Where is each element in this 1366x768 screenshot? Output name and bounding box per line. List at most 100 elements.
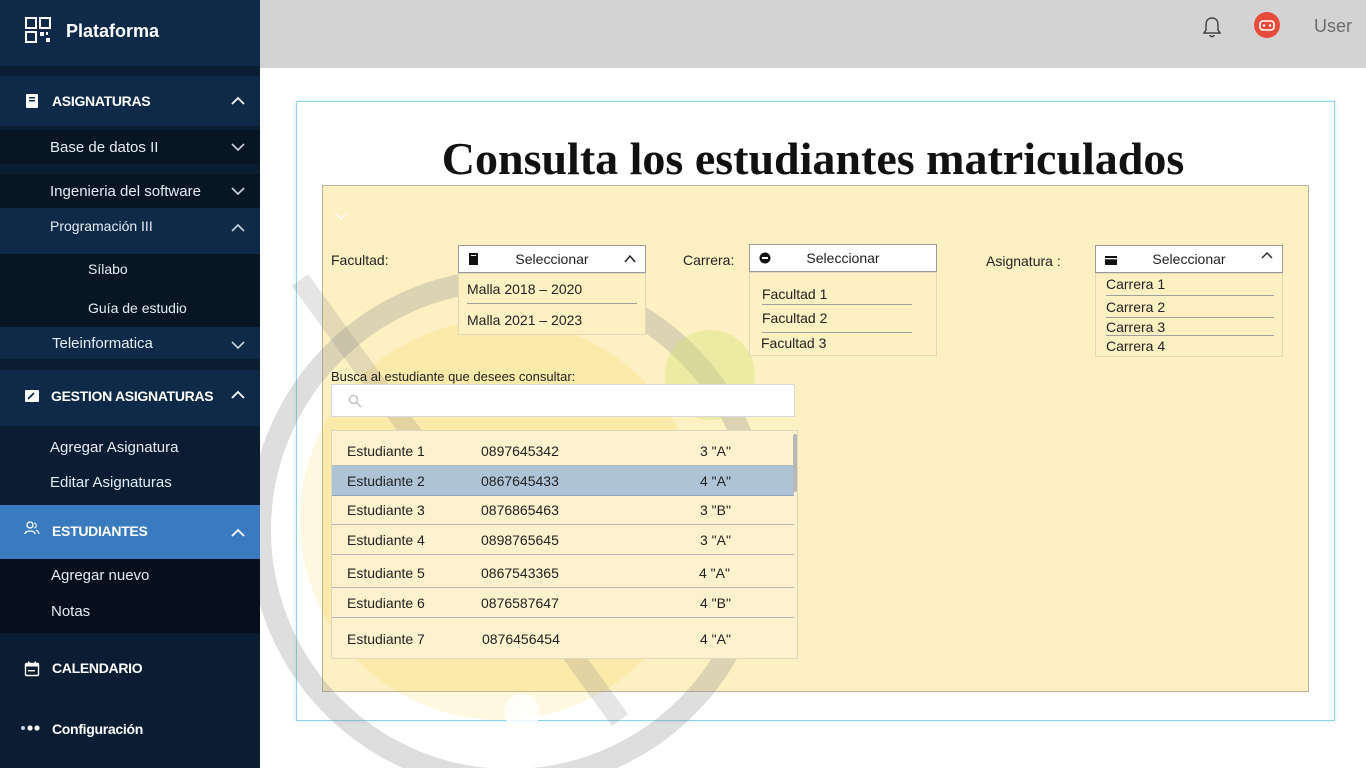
table-row[interactable]: Estudiante 5 0867543365 4 "A" bbox=[332, 558, 794, 588]
sidebar-item-label: Programación III bbox=[50, 218, 153, 234]
table-row-selected[interactable]: Estudiante 2 0867645433 4 "A" bbox=[332, 466, 794, 496]
dots-icon bbox=[21, 725, 40, 731]
chevron-up-icon bbox=[624, 254, 636, 263]
section-gestion-label: GESTION ASIGNATURAS bbox=[51, 388, 214, 404]
top-bar: User bbox=[260, 0, 1366, 68]
calendar-icon bbox=[24, 661, 40, 677]
robot-avatar-icon[interactable] bbox=[1254, 12, 1280, 38]
student-name: Estudiante 3 bbox=[347, 502, 425, 518]
sidebar-item-label: Base de datos II bbox=[50, 138, 159, 156]
asignatura-option[interactable]: Carrera 1 bbox=[1106, 276, 1165, 292]
section-configuracion[interactable]: Configuración bbox=[0, 708, 260, 748]
divider bbox=[1106, 335, 1274, 336]
student-id: 0876865463 bbox=[481, 502, 559, 518]
student-grade: 4 "B" bbox=[700, 595, 731, 611]
sidebar-item-silabo[interactable]: Sílabo bbox=[0, 252, 260, 286]
chevron-down-icon[interactable] bbox=[230, 337, 246, 353]
table-row[interactable]: Estudiante 3 0876865463 3 "B" bbox=[332, 495, 794, 525]
section-calendario[interactable]: CALENDARIO bbox=[0, 645, 260, 691]
facultad-select-value: Seleccionar bbox=[515, 251, 589, 267]
divider bbox=[762, 332, 912, 333]
book-icon bbox=[26, 94, 38, 108]
search-icon bbox=[348, 394, 362, 408]
brand-name: Plataforma bbox=[66, 21, 160, 41]
brand-header[interactable]: Plataforma bbox=[0, 0, 260, 66]
chevron-up-icon[interactable] bbox=[230, 387, 246, 403]
chevron-up-icon bbox=[1261, 252, 1273, 259]
sidebar-item-agregar-asignatura[interactable]: Agregar Asignatura bbox=[0, 430, 260, 464]
asignatura-option[interactable]: Carrera 3 bbox=[1106, 319, 1165, 335]
edit-board-icon bbox=[25, 390, 39, 402]
sidebar-item-notas[interactable]: Notas bbox=[0, 594, 260, 628]
bell-icon[interactable] bbox=[1202, 16, 1222, 38]
facultad-select[interactable]: Seleccionar bbox=[458, 245, 646, 273]
asignatura-option[interactable]: Carrera 2 bbox=[1106, 299, 1165, 315]
sidebar: Plataforma ASIGNATURAS Base de datos II … bbox=[0, 0, 260, 768]
sidebar-item-label: Agregar nuevo bbox=[51, 566, 150, 584]
student-id: 0876587647 bbox=[481, 595, 559, 611]
section-asignaturas[interactable]: ASIGNATURAS bbox=[0, 76, 260, 126]
carrera-option[interactable]: Facultad 1 bbox=[762, 286, 827, 302]
table-row[interactable]: Estudiante 4 0898765645 3 "A" bbox=[332, 525, 794, 555]
student-grade: 4 "A" bbox=[700, 631, 731, 647]
sidebar-item-label: Guía de estudio bbox=[88, 300, 187, 316]
carrera-option[interactable]: Facultad 2 bbox=[762, 310, 827, 326]
chevron-up-icon[interactable] bbox=[230, 93, 246, 109]
search-input[interactable] bbox=[331, 384, 795, 417]
student-id: 0876456454 bbox=[482, 631, 560, 647]
facultad-option[interactable]: Malla 2018 – 2020 bbox=[467, 281, 582, 297]
chevron-down-icon[interactable] bbox=[333, 210, 349, 222]
chevron-down-icon[interactable] bbox=[230, 183, 246, 199]
facultad-option[interactable]: Malla 2021 – 2023 bbox=[467, 312, 582, 328]
student-id: 0898765645 bbox=[481, 532, 559, 548]
sidebar-item-editar-asignaturas[interactable]: Editar Asignaturas bbox=[0, 465, 260, 499]
divider bbox=[467, 303, 637, 304]
divider bbox=[1106, 317, 1274, 318]
chevron-up-icon[interactable] bbox=[230, 220, 246, 236]
table-row[interactable]: Estudiante 1 0897645342 3 "A" bbox=[332, 436, 794, 466]
student-id: 0867543365 bbox=[481, 565, 559, 581]
sidebar-item-guia-estudio[interactable]: Guía de estudio bbox=[0, 291, 260, 325]
sidebar-item-programacion-iii[interactable]: Programación III bbox=[0, 208, 260, 254]
student-grade: 4 "A" bbox=[699, 565, 730, 581]
carrera-select[interactable]: Seleccionar bbox=[749, 244, 937, 272]
sidebar-item-ingenieria-software[interactable]: Ingenieria del software bbox=[0, 174, 260, 208]
section-gestion-asignaturas[interactable]: GESTION ASIGNATURAS bbox=[0, 370, 260, 426]
sidebar-item-label: Editar Asignaturas bbox=[50, 473, 172, 491]
student-name: Estudiante 2 bbox=[347, 473, 425, 489]
asignatura-select[interactable]: Seleccionar bbox=[1095, 245, 1283, 273]
carrera-option[interactable]: Facultad 3 bbox=[761, 335, 826, 351]
student-name: Estudiante 4 bbox=[347, 532, 425, 548]
sidebar-item-base-datos[interactable]: Base de datos II bbox=[0, 130, 260, 164]
student-name: Estudiante 6 bbox=[347, 595, 425, 611]
users-icon bbox=[24, 521, 40, 535]
student-grade: 3 "A" bbox=[700, 532, 731, 548]
divider bbox=[762, 304, 912, 305]
student-grade: 4 "A" bbox=[700, 473, 731, 489]
carrera-select-value: Seleccionar bbox=[806, 250, 880, 266]
qr-grid-icon bbox=[25, 17, 51, 43]
sidebar-item-teleinformatica[interactable]: Teleinformatica bbox=[0, 327, 260, 359]
divider bbox=[1106, 295, 1274, 296]
facultad-options: Malla 2018 – 2020 Malla 2021 – 2023 bbox=[458, 273, 646, 335]
user-name[interactable]: User bbox=[1314, 16, 1352, 37]
chevron-down-icon[interactable] bbox=[230, 139, 246, 155]
search-label: Busca al estudiante que desees consultar… bbox=[331, 369, 576, 384]
asignatura-option[interactable]: Carrera 4 bbox=[1106, 338, 1165, 354]
student-id: 0897645342 bbox=[481, 443, 559, 459]
student-name: Estudiante 5 bbox=[347, 565, 425, 581]
chevron-up-icon[interactable] bbox=[230, 525, 246, 541]
table-row[interactable]: Estudiante 7 0876456454 4 "A" bbox=[332, 624, 794, 654]
sidebar-item-label: Teleinformatica bbox=[52, 334, 153, 352]
student-name: Estudiante 1 bbox=[347, 443, 425, 459]
sidebar-item-label: Ingenieria del software bbox=[50, 182, 201, 200]
carrera-label: Carrera: bbox=[683, 252, 735, 268]
section-estudiantes[interactable]: ESTUDIANTES bbox=[0, 505, 260, 559]
section-asignaturas-label: ASIGNATURAS bbox=[52, 93, 151, 109]
section-estudiantes-label: ESTUDIANTES bbox=[52, 523, 148, 539]
student-id: 0867645433 bbox=[481, 473, 559, 489]
sidebar-item-agregar-nuevo[interactable]: Agregar nuevo bbox=[0, 558, 260, 592]
table-scrollbar[interactable] bbox=[793, 434, 797, 492]
student-grade: 3 "A" bbox=[700, 443, 731, 459]
table-row[interactable]: Estudiante 6 0876587647 4 "B" bbox=[332, 588, 794, 618]
